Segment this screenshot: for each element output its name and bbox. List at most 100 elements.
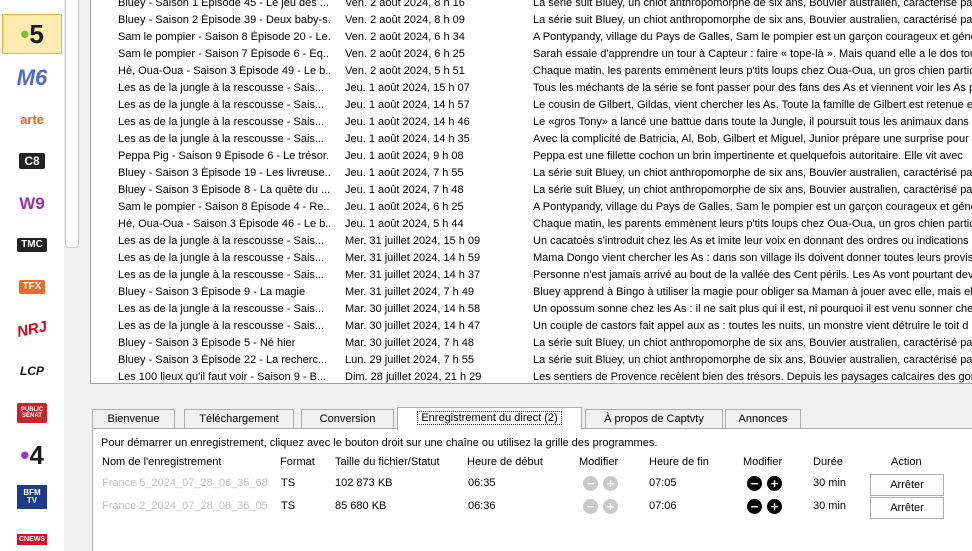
tab-a-propos[interactable]: À propos de Captvty (585, 409, 723, 429)
program-row[interactable]: Les 100 lieux qu'il faut voir - Saison 9… (91, 370, 972, 383)
bfmtv-logo: BFM TV (17, 485, 47, 509)
plus-icon[interactable]: + (767, 476, 782, 491)
program-row[interactable]: Les as de la jungle à la rescousse - Sai… (91, 319, 972, 336)
channel-m6[interactable]: M6 (2, 58, 62, 98)
header-modify-start: Modifier (579, 456, 619, 468)
tmc-logo: TMC (17, 238, 47, 252)
program-title: Les as de la jungle à la rescousse - Sai… (118, 235, 325, 247)
program-date: Jeu. 1 août 2024, 14 h 35 (345, 133, 470, 145)
minus-icon[interactable]: − (583, 476, 598, 491)
tab-enregistrement-direct[interactable]: Enregistrement du direct (2) (397, 407, 582, 430)
recording-panel: Pour démarrer un enregistrement, cliquez… (92, 428, 972, 551)
program-description: La série suit Bluey, un chiot anthropomo… (533, 167, 972, 179)
program-date: Ven. 2 août 2024, 6 h 25 (345, 48, 465, 60)
tab-label: Conversion (319, 413, 376, 425)
minus-icon[interactable]: − (747, 499, 762, 514)
channel-nrj12[interactable]: NRJ (2, 309, 62, 349)
program-row[interactable]: Les as de la jungle à la rescousse - Sai… (91, 251, 972, 268)
channel-scrollbar[interactable] (64, 0, 80, 551)
program-description: Un opossum sonne chez les As : il ne sai… (533, 303, 972, 315)
program-row[interactable]: Sam le pompier - Saison 7 Épisode 6 - Éq… (91, 47, 972, 64)
tab-bienvenue[interactable]: Bienvenue (92, 409, 175, 429)
program-title: Hé, Oua-Oua - Saison 3 Épisode 49 - Le b… (118, 65, 330, 77)
program-row[interactable]: Bluey - Saison 2 Épisode 39 - Deux baby-… (91, 13, 972, 30)
program-description: La série suit Bluey, un chiot anthropomo… (533, 14, 972, 26)
channel-scrollbar-thumb[interactable] (65, 0, 79, 248)
recording-duration: 30 min (813, 477, 847, 489)
program-description: Avec la complicité de Batricia, Al, Bob,… (533, 133, 972, 145)
program-date: Ven. 2 août 2024, 8 h 09 (345, 14, 465, 26)
program-title: Les as de la jungle à la rescousse - Sai… (118, 320, 325, 332)
program-row[interactable]: Les as de la jungle à la rescousse - Sai… (91, 81, 972, 98)
channel-france4[interactable]: •4 (2, 435, 62, 475)
program-title: Les as de la jungle à la rescousse - Sai… (118, 303, 325, 315)
header-duration: Durée (813, 456, 843, 468)
france4-logo: •4 (20, 440, 44, 470)
program-title: Les 100 lieux qu'il faut voir - Saison 9… (118, 371, 327, 383)
channel-w9[interactable]: W9 (2, 183, 62, 223)
program-row[interactable]: Hé, Oua-Oua - Saison 3 Épisode 46 - Le b… (91, 217, 972, 234)
program-row[interactable]: Peppa Pig - Saison 9 Épisode 6 - Le trés… (91, 149, 972, 166)
program-list[interactable]: Bluey - Saison 1 Épisode 45 - Le jeu des… (90, 0, 972, 384)
program-date: Mer. 31 juillet 2024, 14 h 37 (345, 269, 481, 281)
plus-icon[interactable]: + (603, 499, 618, 514)
program-row[interactable]: Les as de la jungle à la rescousse - Sai… (91, 115, 972, 132)
program-row[interactable]: Bluey - Saison 3 Épisode 8 - La quête du… (91, 183, 972, 200)
header-end: Heure de fin (649, 456, 709, 468)
program-description: Les sentiers de Provence recèlent bien d… (533, 371, 972, 383)
plus-icon[interactable]: + (603, 476, 618, 491)
program-date: Mar. 30 juillet 2024, 14 h 47 (345, 320, 481, 332)
channel-bfmtv[interactable]: BFM TV (2, 477, 62, 517)
tab-annonces[interactable]: Annonces (725, 409, 801, 429)
program-row[interactable]: Bluey - Saison 3 Épisode 22 - La recherc… (91, 353, 972, 370)
plus-icon[interactable]: + (767, 499, 782, 514)
program-title: Sam le pompier - Saison 8 Épisode 4 - Re… (118, 201, 330, 213)
recording-format: TS (281, 500, 296, 512)
program-description: Sarah essaie d'apprendre un tour à Capte… (533, 48, 972, 60)
program-row[interactable]: Les as de la jungle à la rescousse - Sai… (91, 98, 972, 115)
channel-public-senat[interactable]: PUBLIC SÉNAT (2, 393, 62, 433)
program-description: Le «gros Tony» a lancé une battue dans t… (533, 116, 972, 128)
channel-france5[interactable]: •5 (2, 14, 62, 54)
tab-telechargement[interactable]: Téléchargement (184, 409, 294, 429)
program-description: La série suit Bluey, un chiot anthropomo… (533, 354, 972, 366)
channel-c8[interactable]: C8 (2, 141, 62, 181)
program-description: Bluey apprend à Bingo à utiliser la magi… (533, 286, 972, 298)
program-row[interactable]: Les as de la jungle à la rescousse - Sai… (91, 132, 972, 149)
program-row[interactable]: Bluey - Saison 1 Épisode 45 - Le jeu des… (91, 0, 972, 13)
channel-tfx[interactable]: TFX (2, 267, 62, 307)
program-row[interactable]: Les as de la jungle à la rescousse - Sai… (91, 268, 972, 285)
recording-start: 06:35 (468, 477, 496, 489)
recording-size: 102 873 KB (335, 477, 393, 489)
program-row[interactable]: Hé, Oua-Oua - Saison 3 Épisode 49 - Le b… (91, 64, 972, 81)
program-date: Mer. 31 juillet 2024, 15 h 09 (345, 235, 481, 247)
program-description: A Pontypandy, village du Pays de Galles,… (533, 31, 972, 43)
program-row[interactable]: Bluey - Saison 3 Épisode 19 - Les livreu… (91, 166, 972, 183)
program-description: Le cousin de Gilbert, Gildas, vient cher… (533, 99, 972, 111)
stop-button[interactable]: Arrêter (870, 497, 944, 519)
program-row[interactable]: Sam le pompier - Saison 8 Épisode 20 - L… (91, 30, 972, 47)
program-description: Peppa est une fillette cochon un brin im… (533, 150, 963, 162)
channel-tmc[interactable]: TMC (2, 225, 62, 265)
channel-arte[interactable]: arte (2, 99, 62, 139)
channel-cnews[interactable]: CNEWS (2, 519, 62, 551)
channel-lcp[interactable]: LCP (2, 351, 62, 391)
header-modify-end: Modifier (743, 456, 783, 468)
program-row[interactable]: Bluey - Saison 3 Épisode 9 - La magie Mer… (91, 285, 972, 302)
program-title: Bluey - Saison 3 Épisode 9 - La magie (118, 286, 306, 298)
program-row[interactable]: Sam le pompier - Saison 8 Épisode 4 - Re… (91, 200, 972, 217)
program-row[interactable]: Les as de la jungle à la rescousse - Sai… (91, 302, 972, 319)
program-title: Les as de la jungle à la rescousse - Sai… (118, 99, 325, 111)
minus-icon[interactable]: − (583, 499, 598, 514)
stop-button[interactable]: Arrêter (870, 474, 944, 496)
tab-conversion[interactable]: Conversion (301, 409, 394, 429)
program-description: Chaque matin, les parents emmènent leurs… (533, 65, 972, 77)
program-title: Hé, Oua-Oua - Saison 3 Épisode 46 - Le b… (118, 218, 330, 230)
program-title: Bluey - Saison 2 Épisode 39 - Deux baby-… (118, 14, 330, 26)
program-date: Mar. 30 juillet 2024, 14 h 58 (345, 303, 481, 315)
program-row[interactable]: Bluey - Saison 3 Épisode 5 - Né hier Mar.… (91, 336, 972, 353)
tab-label: Bienvenue (107, 413, 160, 425)
minus-icon[interactable]: − (747, 476, 762, 491)
program-row[interactable]: Les as de la jungle à la rescousse - Sai… (91, 234, 972, 251)
public-senat-logo: PUBLIC SÉNAT (17, 403, 47, 423)
